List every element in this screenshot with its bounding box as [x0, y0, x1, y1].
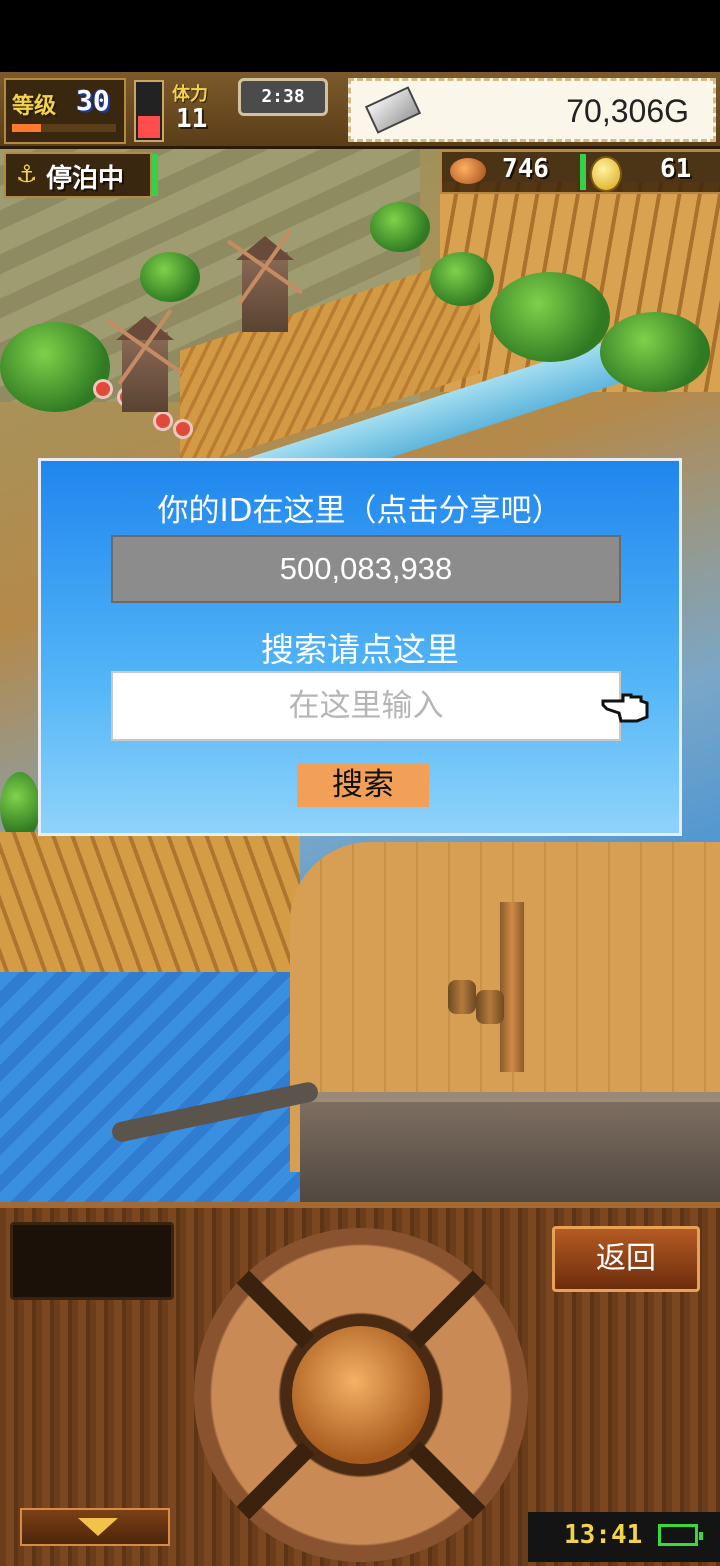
status-bar-area — [0, 0, 720, 72]
money-value: 70,306G — [566, 93, 689, 129]
pointing-hand-icon — [601, 693, 649, 723]
orange-tree — [490, 272, 610, 362]
dpad-center-button[interactable] — [286, 1320, 436, 1470]
friend-id-dialog: 你的ID在这里（点击分享吧） 500,083,938 搜索请点这里 在这里输入 … — [38, 458, 682, 836]
windmill[interactable] — [106, 302, 184, 412]
level-value: 30 — [76, 84, 110, 117]
flower — [156, 414, 170, 428]
food-count: 746 — [502, 154, 549, 184]
barrel — [476, 990, 504, 1024]
sea-water — [0, 972, 320, 1202]
level-panel: 等级 30 — [4, 78, 126, 144]
directional-pad[interactable] — [194, 1228, 528, 1562]
flower — [96, 382, 110, 396]
clock-panel: 13:41 — [528, 1512, 720, 1562]
windmill[interactable] — [226, 222, 304, 332]
empty-slot — [10, 1222, 174, 1300]
search-input[interactable]: 在这里输入 — [111, 671, 621, 741]
bush — [430, 252, 494, 306]
anchor-icon: ⚓ — [16, 160, 38, 188]
coin-icon — [590, 156, 622, 192]
ship-hull — [300, 1092, 720, 1202]
stamina-timer: 2:38 — [238, 78, 328, 116]
coin-count: 61 — [660, 154, 692, 184]
down-arrow-icon — [78, 1518, 118, 1536]
orange-tree — [600, 312, 710, 392]
player-id-box[interactable]: 500,083,938 — [111, 535, 621, 603]
stamina-label: 体力 — [172, 84, 208, 105]
search-label: 搜索请点这里 — [261, 630, 459, 669]
bush — [370, 202, 430, 252]
tree — [0, 322, 110, 412]
menu-toggle-button[interactable] — [20, 1508, 170, 1546]
flower — [176, 422, 190, 436]
battery-icon — [658, 1524, 703, 1546]
level-label: 等级 — [12, 94, 57, 119]
stamina-value: 11 — [176, 104, 208, 134]
resource-bar: 746 61 — [440, 150, 720, 194]
docked-status[interactable]: ⚓ 停泊中 — [4, 152, 158, 198]
back-button[interactable]: 返回 — [552, 1226, 700, 1292]
dialog-title: 你的ID在这里（点击分享吧） — [157, 493, 563, 529]
clock-time: 13:41 — [564, 1520, 643, 1550]
money-panel: 70,306G — [348, 78, 716, 142]
barrel — [448, 980, 476, 1014]
control-panel: 返回 13:41 — [0, 1202, 720, 1566]
search-button[interactable]: 搜索 — [297, 763, 429, 807]
silver-ingot-icon — [364, 86, 422, 134]
docked-label: 停泊中 — [46, 164, 125, 194]
stamina-gauge — [134, 80, 164, 142]
bush — [140, 252, 200, 302]
exp-bar — [12, 124, 116, 132]
ship-mast — [500, 902, 524, 1072]
meat-icon — [450, 158, 486, 184]
